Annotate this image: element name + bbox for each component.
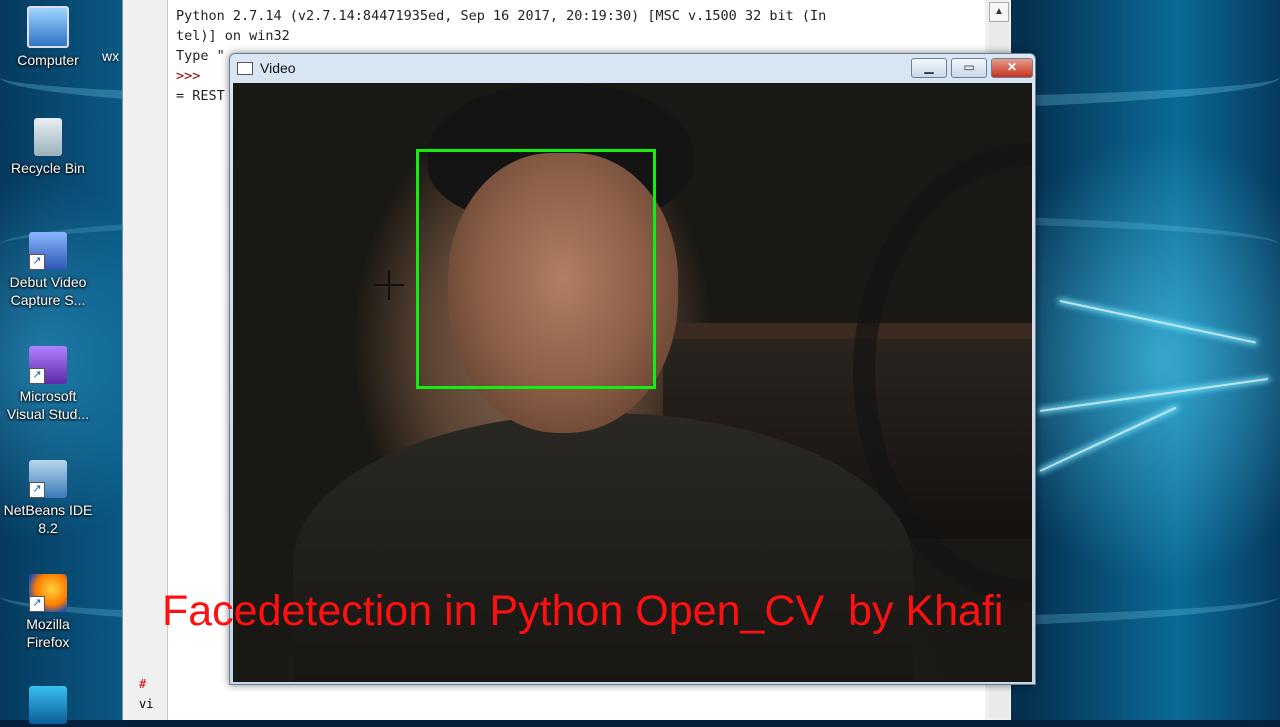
shell-line: Type "	[176, 48, 225, 64]
desktop-icon-label: Debut Video Capture S...	[9, 274, 87, 308]
shell-prompt: >>>	[176, 68, 201, 84]
desktop-icon-visual-studio[interactable]: ↗ Microsoft Visual Stud...	[0, 346, 96, 423]
desktop-icon-label: Mozilla Firefox	[26, 616, 70, 650]
shell-line: tel)] on win32	[176, 28, 290, 44]
gutter-comment: #	[139, 677, 147, 691]
desktop-icon-label: Recycle Bin	[11, 160, 85, 176]
wallpaper-lightning	[1059, 300, 1256, 344]
shortcut-arrow-icon: ↗	[29, 254, 45, 270]
shell-line: = REST	[176, 88, 225, 104]
debut-video-capture-icon: ↗	[29, 232, 67, 270]
window-icon	[237, 62, 253, 75]
editor-gutter-text: # vi	[139, 674, 153, 714]
wallpaper-lightning	[1039, 377, 1268, 412]
netbeans-icon: ↗	[29, 460, 67, 498]
desktop-icon-netbeans[interactable]: ↗ NetBeans IDE 8.2	[0, 460, 96, 537]
visual-studio-icon: ↗	[29, 346, 67, 384]
shortcut-arrow-icon: ↗	[29, 482, 45, 498]
desktop-icon-label: NetBeans IDE 8.2	[3, 502, 93, 536]
wallpaper-lightning	[1039, 406, 1177, 472]
maximize-button[interactable]: ▭	[951, 58, 987, 78]
shell-line: Python 2.7.14 (v2.7.14:84471935ed, Sep 1…	[176, 8, 827, 24]
crosshair-cursor-icon	[374, 270, 404, 300]
shortcut-arrow-icon: ↗	[29, 596, 45, 612]
desktop-icon-computer[interactable]: Computer	[0, 6, 96, 69]
desktop-icon-partial[interactable]	[0, 686, 96, 727]
desktop-icon-firefox[interactable]: ↗ Mozilla Firefox	[0, 574, 96, 651]
recycle-bin-icon	[34, 118, 62, 156]
desktop-icon-recycle-bin[interactable]: Recycle Bin	[0, 118, 96, 177]
scroll-up-icon[interactable]: ▲	[989, 2, 1009, 22]
desktop-icon-label-partial: wx	[102, 48, 120, 64]
firefox-icon: ↗	[29, 574, 67, 612]
face-detection-box	[416, 149, 656, 389]
video-window-title: Video	[260, 60, 296, 76]
desktop-icon-label: Computer	[17, 52, 79, 68]
gutter-text: vi	[139, 697, 154, 711]
minimize-button[interactable]: ▁	[911, 58, 947, 78]
video-window-titlebar[interactable]: Video ▁ ▭ ✕	[230, 54, 1035, 82]
close-button[interactable]: ✕	[991, 58, 1033, 78]
video-overlay-caption: Facedetection in Python Open_CV by Khafi	[162, 587, 1004, 635]
computer-icon	[27, 6, 69, 48]
desktop-icon-debut[interactable]: ↗ Debut Video Capture S...	[0, 232, 96, 309]
app-icon	[29, 686, 67, 724]
shortcut-arrow-icon: ↗	[29, 368, 45, 384]
desktop-icon-label: Microsoft Visual Stud...	[6, 388, 90, 422]
